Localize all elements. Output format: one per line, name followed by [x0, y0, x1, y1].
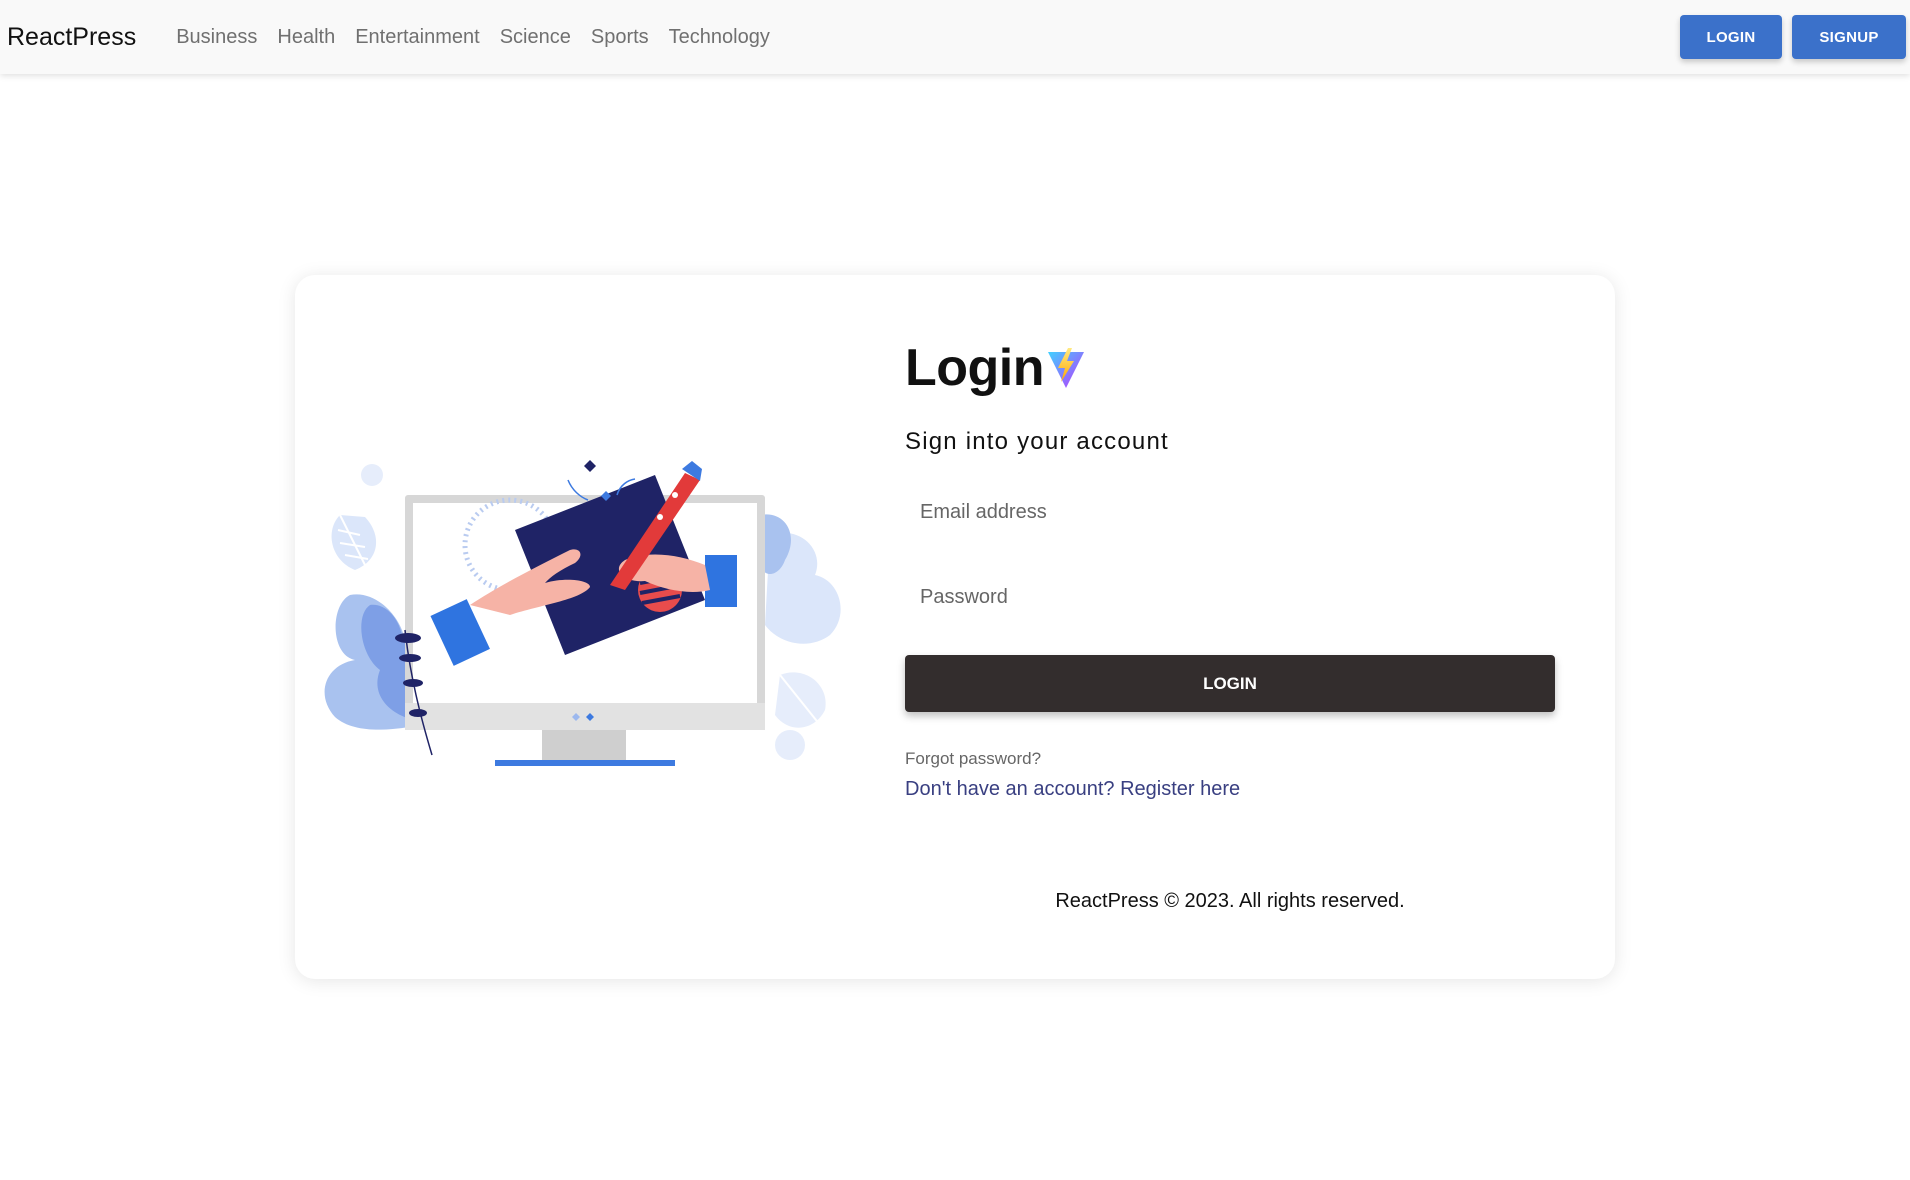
nav-link-science[interactable]: Science: [490, 26, 581, 49]
login-submit-button[interactable]: LOGIN: [905, 655, 1555, 712]
nav-link-sports[interactable]: Sports: [581, 26, 659, 49]
nav-signup-button[interactable]: SIGNUP: [1792, 15, 1906, 59]
nav-link-technology[interactable]: Technology: [659, 26, 780, 49]
login-form: Login Sign into your account Email addre…: [905, 335, 1555, 801]
page-subtitle: Sign into your account: [905, 428, 1169, 455]
nav-link-entertainment[interactable]: Entertainment: [345, 26, 490, 49]
page-title: Login: [905, 339, 1045, 397]
category-nav: Business Health Entertainment Science Sp…: [166, 26, 780, 49]
nav-link-business[interactable]: Business: [166, 26, 267, 49]
forgot-password-link[interactable]: Forgot password?: [905, 749, 1555, 769]
register-link[interactable]: Don't have an account? Register here: [905, 778, 1555, 801]
top-navbar: ReactPress Business Health Entertainment…: [0, 0, 1910, 74]
password-field[interactable]: [905, 567, 1555, 627]
nav-link-health[interactable]: Health: [267, 26, 345, 49]
nav-login-button[interactable]: LOGIN: [1680, 15, 1782, 59]
copyright-footer: ReactPress © 2023. All rights reserved.: [1055, 890, 1405, 912]
login-card: Login Sign into your account Email addre…: [295, 275, 1615, 979]
email-field[interactable]: [905, 482, 1555, 542]
title-row: Login: [905, 335, 1555, 401]
vite-logo-icon: [1048, 348, 1085, 388]
designer-drawing-on-monitor-illustration: [324, 460, 841, 766]
nav-auth-actions: LOGIN SIGNUP: [1680, 15, 1906, 59]
brand-logo-link[interactable]: ReactPress: [7, 23, 136, 52]
